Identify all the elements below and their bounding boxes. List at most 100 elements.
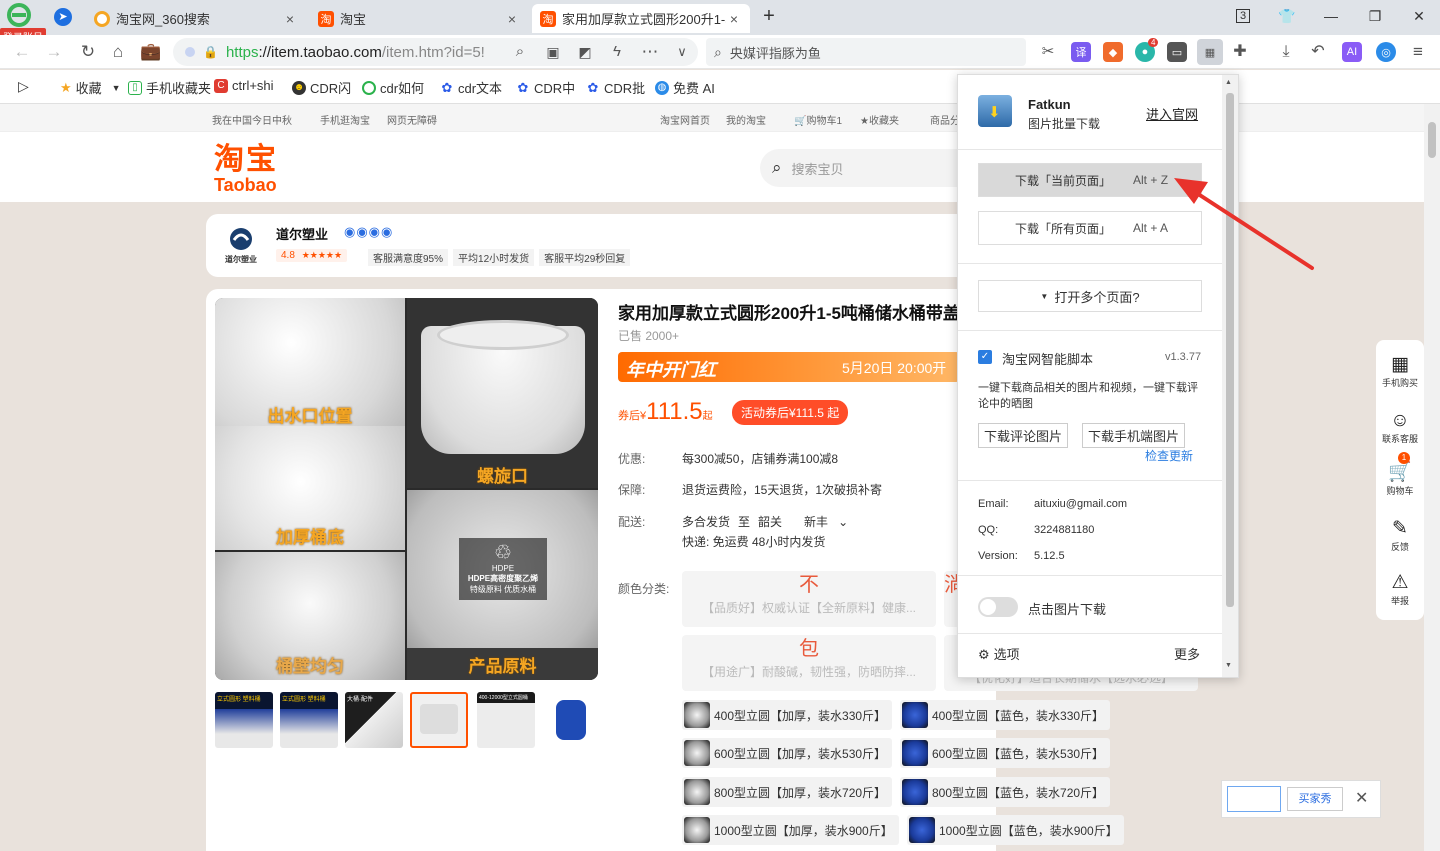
bookmark-cdr-middle[interactable]: ✿ CDR中 xyxy=(516,78,576,97)
home-icon[interactable]: ⌂ xyxy=(108,42,128,62)
topnav-link[interactable]: 网页无障碍 xyxy=(387,112,437,127)
close-window-icon[interactable]: ✕ xyxy=(1408,6,1430,26)
bookmark-cdr-flash[interactable]: ☻ CDR闪 xyxy=(292,78,351,97)
sku-option[interactable]: 1000型立圆【蓝色，装水900斤】 xyxy=(907,815,1124,845)
sku-option[interactable]: 800型立圆【加厚，装水720斤】 xyxy=(682,777,893,807)
thumbnail-selected[interactable] xyxy=(410,692,468,748)
topnav-link[interactable]: 我在中国今日中秋 xyxy=(212,112,292,127)
chevron-down-icon[interactable]: ∨ xyxy=(672,42,692,62)
click-download-toggle[interactable] xyxy=(978,597,1018,617)
sku-option[interactable]: 1000型立圆【加厚，装水900斤】 xyxy=(682,815,899,845)
scissors-icon[interactable]: ✂ xyxy=(1038,42,1058,62)
report-button[interactable]: ⚠ 举报 xyxy=(1376,572,1424,607)
topnav-link[interactable]: 淘宝网首页 xyxy=(660,112,710,127)
restore-icon[interactable]: ❐ xyxy=(1364,6,1386,26)
undo-icon[interactable]: ↶ xyxy=(1308,42,1328,62)
tab-product[interactable]: 淘 家用加厚款立式圆形200升1-5 × xyxy=(532,4,750,33)
download-mobile-images-button[interactable]: 下载手机端图片 xyxy=(1082,423,1186,448)
scroll-up-icon[interactable]: ▲ xyxy=(1225,79,1232,86)
more-icon[interactable]: ⋯ xyxy=(640,42,660,62)
scroll-down-icon[interactable]: ▼ xyxy=(1225,662,1232,669)
feedback-button[interactable]: ✎ 反馈 xyxy=(1376,518,1424,553)
thumbnail[interactable]: 立式圆形 塑料桶 xyxy=(280,692,338,748)
bookmark-ctrl-shift[interactable]: Cctrl+shi xyxy=(214,78,274,93)
tab-360-search[interactable]: 淘宝网_360搜索 × xyxy=(86,4,306,33)
topnav-link[interactable]: 购物车1 xyxy=(806,116,842,127)
cart-button[interactable]: 🛒 购物车 xyxy=(1376,462,1424,497)
mobile-buy-button[interactable]: ▦ 手机购买 xyxy=(1376,354,1424,389)
delivery-area[interactable]: 新丰 xyxy=(804,515,828,529)
lock-icon[interactable]: 🔒 xyxy=(203,45,218,59)
bookmark-cdr-batch[interactable]: ✿ CDR批 xyxy=(586,78,646,97)
refresh-icon[interactable]: ↻ xyxy=(78,42,98,62)
minimize-icon[interactable]: — xyxy=(1320,6,1342,26)
download-review-images-button[interactable]: 下载评论图片 xyxy=(978,423,1069,448)
customer-service-button[interactable]: ☺ 联系客服 xyxy=(1376,410,1424,445)
tab-taobao[interactable]: 淘 淘宝 × xyxy=(310,4,528,33)
option-card[interactable]: 不 【品质好】权威认证【全新原料】健康... xyxy=(682,571,936,627)
forward-icon[interactable]: → xyxy=(44,42,64,62)
menu-icon[interactable]: ≡ xyxy=(1408,42,1428,62)
coupon-badge[interactable]: 活动券后¥111.5 起 xyxy=(732,400,849,425)
sku-option[interactable]: 600型立圆【蓝色，装水530斤】 xyxy=(900,738,1111,768)
ai-icon[interactable]: AI xyxy=(1342,42,1362,62)
options-button[interactable]: ⚙ 选项 xyxy=(978,644,1020,663)
scrollbar-thumb[interactable] xyxy=(1428,122,1436,158)
download-icon[interactable]: ⤓ xyxy=(1276,42,1296,62)
more-button[interactable]: 更多 xyxy=(1174,644,1200,663)
close-tab-icon[interactable]: × xyxy=(504,11,520,27)
bookmark-cdr-how[interactable]: cdr如何 xyxy=(362,78,424,97)
check-update-link[interactable]: 检查更新 xyxy=(1145,447,1193,464)
zoom-search-icon[interactable]: ⌕ xyxy=(510,42,530,62)
option-card[interactable]: 包 【用途广】耐酸碱，韧性强，防晒防摔... xyxy=(682,635,936,691)
shop-name[interactable]: 道尔塑业 xyxy=(276,224,328,243)
topnav-link[interactable]: 我的淘宝 xyxy=(726,112,766,127)
website-link[interactable]: 进入官网 xyxy=(1146,104,1198,123)
bookmark-free-ai[interactable]: ◍ 免费 AI xyxy=(655,78,715,97)
browser-sync-icon[interactable]: ◎ xyxy=(1376,42,1396,62)
tab-count-badge[interactable]: 3 xyxy=(1235,9,1251,23)
bookmark-mobile[interactable]: ▯ 手机收藏夹 xyxy=(128,78,211,97)
thumbnail[interactable]: 大桶·配件 xyxy=(345,692,403,748)
sku-option[interactable]: 800型立圆【蓝色，装水720斤】 xyxy=(900,777,1111,807)
thumbnail[interactable] xyxy=(542,692,600,748)
bookmark-favorites[interactable]: ★ 收藏 ▼ xyxy=(60,78,121,97)
shirt-icon[interactable]: 👕 xyxy=(1276,6,1298,26)
shop-logo[interactable]: 道尔塑业 xyxy=(220,226,262,268)
screenshot-icon[interactable]: ◩ xyxy=(575,42,595,62)
taobao-logo[interactable]: 淘宝 Taobao xyxy=(214,144,278,195)
fatkun-ext-icon[interactable]: ▦ xyxy=(1197,39,1223,65)
buyer-show-button[interactable]: 买家秀 xyxy=(1287,787,1343,811)
widget-input[interactable] xyxy=(1227,786,1281,812)
puzzle-icon[interactable]: ✚ xyxy=(1230,42,1250,62)
back-icon[interactable]: ← xyxy=(12,42,32,62)
topnav-link[interactable]: 商品分 xyxy=(930,112,960,127)
game-ext-icon[interactable]: ◆ xyxy=(1103,42,1123,62)
topnav-link[interactable]: 收藏夹 xyxy=(869,116,899,127)
send-icon[interactable]: ➤ xyxy=(54,8,72,26)
close-icon[interactable]: ✕ xyxy=(1355,788,1368,808)
sku-option[interactable]: 400型立圆【蓝色，装水330斤】 xyxy=(900,700,1111,730)
delivery-to[interactable]: 韶关 xyxy=(758,515,782,529)
sku-option[interactable]: 400型立圆【加厚，装水330斤】 xyxy=(682,700,893,730)
close-tab-icon[interactable]: × xyxy=(282,11,298,27)
promo-banner[interactable]: 年中开门红 5月20日 20:00开 xyxy=(618,352,960,382)
search-input[interactable]: ⌕ 央媒评指豚为鱼 xyxy=(706,38,1026,66)
topnav-link[interactable]: 手机逛淘宝 xyxy=(320,112,370,127)
page-scrollbar[interactable] xyxy=(1424,104,1440,851)
product-main-image[interactable]: 出水口位置 螺旋口 加厚桶底 ♲ HDPE HDPE高密度聚乙烯 特级原料 优质… xyxy=(215,298,598,680)
thumbnail[interactable]: 立式圆形 塑料桶 xyxy=(215,692,273,748)
open-multiple-pages-button[interactable]: ▼ 打开多个页面? xyxy=(978,280,1202,312)
reader-ext-icon[interactable]: ▭ xyxy=(1167,42,1187,62)
chevron-down-icon[interactable]: ⌄ xyxy=(838,515,848,529)
lightning-icon[interactable]: ϟ xyxy=(607,42,627,62)
briefcase-icon[interactable]: 💼 xyxy=(140,42,161,62)
bookmark-cdr-text[interactable]: ✿ cdr文本 xyxy=(440,78,503,97)
thumbnail[interactable]: 400-12000型立式圆桶 xyxy=(477,692,535,748)
translate-ext-icon[interactable]: 译 xyxy=(1071,42,1091,62)
script-checkbox[interactable]: ✓ xyxy=(978,350,992,364)
sku-option[interactable]: 600型立圆【加厚，装水530斤】 xyxy=(682,738,893,768)
close-tab-icon[interactable]: × xyxy=(726,11,742,27)
image-icon[interactable]: ▣ xyxy=(543,42,563,62)
sidebar-toggle-icon[interactable]: ▷ xyxy=(18,78,29,95)
